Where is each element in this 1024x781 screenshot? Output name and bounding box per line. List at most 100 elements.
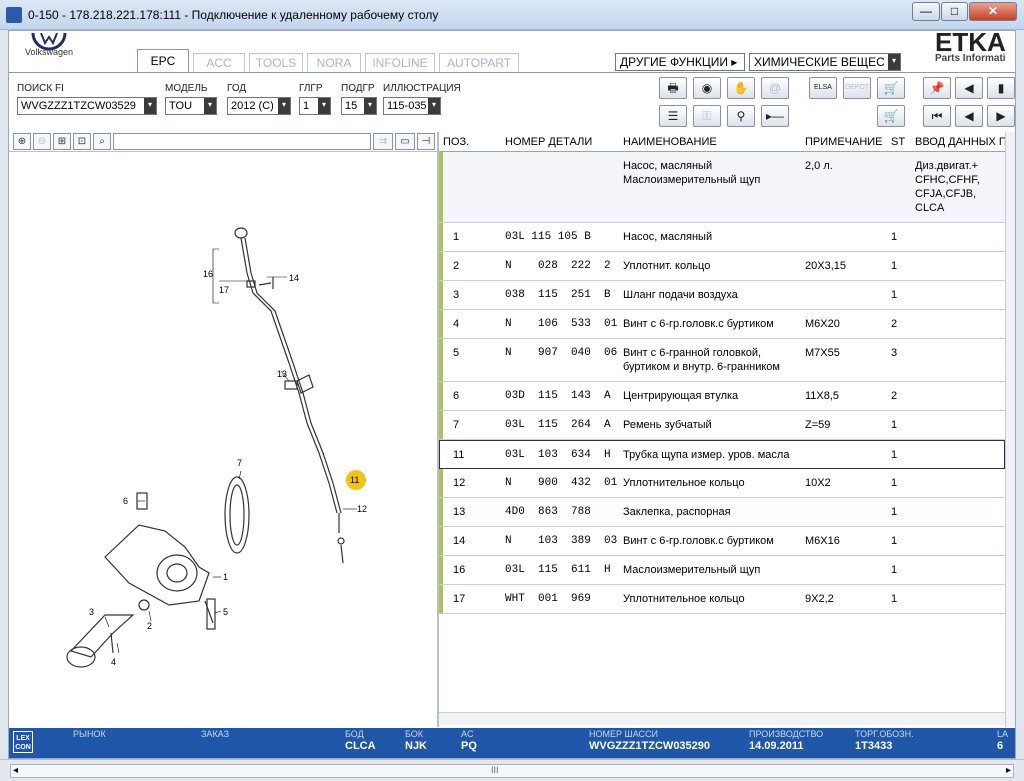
- row-marker: [439, 498, 443, 526]
- scroll-grip-icon[interactable]: III: [491, 765, 499, 775]
- filter-label-illustration: ИЛЛЮСТРАЦИЯ: [383, 83, 461, 94]
- table-row[interactable]: 3 038 115 251 B Шланг подачи воздуха 1: [439, 281, 1005, 310]
- pointer-button[interactable]: ▸—: [761, 105, 789, 127]
- main-group-select[interactable]: 1 ▾: [299, 97, 331, 115]
- handshake-button[interactable]: ✋: [727, 77, 755, 99]
- callout-3[interactable]: 3: [89, 607, 94, 617]
- row-note: 9X2,2: [805, 593, 834, 605]
- table-row[interactable]: 4 N 106 533 01 Винт с 6-гр.головк.с бурт…: [439, 310, 1005, 339]
- table-horizontal-scrollbar[interactable]: [439, 712, 1005, 725]
- table-vertical-scrollbar[interactable]: [1005, 132, 1015, 727]
- first-page-button[interactable]: ⏮: [923, 105, 951, 127]
- scroll-right-icon[interactable]: ▸: [1006, 765, 1011, 776]
- print-button[interactable]: 🖶: [659, 77, 687, 99]
- col-st[interactable]: ST: [891, 136, 905, 148]
- callout-11[interactable]: 11: [350, 475, 359, 485]
- oil-pump-illustration: 16 17 14 13 11 12 7 6 1 3 2 5 4: [66, 227, 367, 668]
- chevron-down-icon: ▾: [318, 98, 330, 114]
- other-functions-menu[interactable]: ДРУГИЕ ФУНКЦИИ ▸: [615, 53, 745, 71]
- cart-button[interactable]: 🛒: [877, 105, 905, 127]
- table-row-selected[interactable]: 11 03L 103 634 H Трубка щупа измер. уров…: [439, 440, 1005, 469]
- callout-16[interactable]: 16: [203, 269, 213, 279]
- table-row[interactable]: 1 03L 115 105 B Насос, масляный 1: [439, 223, 1005, 252]
- cart-add-button[interactable]: 🛒: [877, 77, 905, 99]
- tab-acc[interactable]: ACC: [193, 53, 245, 73]
- callout-4[interactable]: 4: [111, 657, 116, 667]
- col-part-number[interactable]: НОМЕР ДЕТАЛИ: [505, 136, 592, 148]
- next-page-button[interactable]: ▶: [987, 105, 1015, 127]
- bod-label: БОД: [345, 729, 364, 739]
- callout-13[interactable]: 13: [277, 369, 287, 379]
- illustration-select[interactable]: 115-035 ▾: [383, 97, 441, 115]
- vin-search-select[interactable]: WVGZZZ1TZCW03529 ▾: [17, 97, 157, 115]
- table-row[interactable]: 17 WHT 001 969 Уплотнительное кольцо 9X2…: [439, 585, 1005, 614]
- table-row[interactable]: 14 N 103 389 03 Винт с 6-гр.головк.с бур…: [439, 527, 1005, 556]
- col-note[interactable]: ПРИМЕЧАНИЕ: [805, 136, 883, 148]
- copy-icon[interactable]: ⇉: [373, 133, 393, 150]
- year-select[interactable]: 2012 (C) ▾: [227, 97, 291, 115]
- maximize-button[interactable]: □: [941, 2, 968, 21]
- subgroup-select[interactable]: 15 ▾: [341, 97, 377, 115]
- row-name: Шланг подачи воздуха: [623, 289, 738, 301]
- callout-1[interactable]: 1: [223, 572, 228, 582]
- table-row[interactable]: 13 4D0 863 788 Заклепка, распорная 1: [439, 498, 1005, 527]
- callout-7[interactable]: 7: [237, 458, 242, 468]
- scroll-left-icon[interactable]: ◂: [13, 765, 18, 776]
- chevron-down-icon: ▾: [364, 98, 376, 114]
- book-prev-button[interactable]: ◀: [955, 77, 983, 99]
- row-name: Маслоизмерительный щуп: [623, 564, 761, 576]
- disc-button[interactable]: ◉: [693, 77, 721, 99]
- split-icon[interactable]: ⊣: [417, 133, 435, 150]
- table-row[interactable]: 16 03L 115 611 H Маслоизмерительный щуп …: [439, 556, 1005, 585]
- table-row[interactable]: 2 N 028 222 2 Уплотнит. кольцо 20X3,15 1: [439, 252, 1005, 281]
- window-icon[interactable]: ▭: [395, 133, 415, 150]
- list-button[interactable]: ☰: [659, 105, 687, 127]
- prev-page-button[interactable]: ◀: [955, 105, 983, 127]
- callout-17[interactable]: 17: [219, 285, 229, 295]
- lexcon-logo: LEX CON: [13, 731, 33, 753]
- callout-6[interactable]: 6: [123, 496, 128, 506]
- depot-button[interactable]: DEPOT: [843, 77, 871, 99]
- row-marker: [439, 556, 443, 584]
- col-name[interactable]: НАИМЕНОВАНИЕ: [623, 136, 717, 148]
- bike-button[interactable]: ⚲: [727, 105, 755, 127]
- model-select[interactable]: TOU ▾: [165, 97, 217, 115]
- etka-logo-text: ETKA: [935, 31, 1006, 57]
- table-header-row[interactable]: Насос, масляный Маслоизмерительный щуп 2…: [439, 152, 1005, 223]
- mail-button[interactable]: @: [761, 77, 789, 99]
- tab-epc[interactable]: EPC: [137, 49, 189, 73]
- col-pos[interactable]: ПОЗ.: [443, 136, 469, 148]
- close-button[interactable]: ✕: [969, 2, 1017, 21]
- row-name: Трубка щупа измер. уров. масла: [623, 449, 790, 461]
- magnifier-icon[interactable]: ⌕: [93, 133, 111, 150]
- row-name: Уплотнит. кольцо: [623, 260, 711, 272]
- diagram-search-input[interactable]: [113, 133, 371, 150]
- key-button[interactable]: ⚿: [693, 105, 721, 127]
- col-input[interactable]: ВВОД ДАННЫХ П: [915, 136, 1005, 148]
- zoom-fit-icon[interactable]: ⊡: [73, 133, 91, 150]
- elsa-button[interactable]: ELSA: [809, 77, 837, 99]
- chemicals-select[interactable]: ХИМИЧЕСКИЕ ВЕЩЕС ▾: [749, 53, 901, 71]
- book-button[interactable]: ▮: [987, 77, 1015, 99]
- tab-infoline[interactable]: INFOLINE: [365, 53, 435, 73]
- minimize-button[interactable]: —: [912, 2, 940, 21]
- callout-14[interactable]: 14: [289, 273, 299, 283]
- tab-autopart[interactable]: AUTOPART: [439, 53, 519, 73]
- table-row[interactable]: 5 N 907 040 06 Винт с 6-гранной головкой…: [439, 339, 1005, 382]
- etka-logo: ETKA Parts Informati: [935, 31, 1015, 71]
- table-row[interactable]: 6 03D 115 143 A Центрирующая втулка 11X8…: [439, 382, 1005, 411]
- pin-button[interactable]: 📌: [923, 77, 951, 99]
- callout-12[interactable]: 12: [357, 504, 367, 514]
- tab-tools[interactable]: TOOLS: [249, 53, 303, 73]
- callout-5[interactable]: 5: [223, 607, 228, 617]
- zoom-out-icon[interactable]: ⊖: [33, 133, 51, 150]
- table-row[interactable]: 12 N 900 432 01 Уплотнительное кольцо 10…: [439, 469, 1005, 498]
- row-marker: [439, 310, 443, 338]
- table-row[interactable]: 7 03L 115 264 A Ремень зубчатый Z=59 1: [439, 411, 1005, 440]
- callout-2[interactable]: 2: [147, 621, 152, 631]
- zoom-in-icon[interactable]: ⊕: [13, 133, 31, 150]
- horizontal-scrollbar[interactable]: ◂ III ▸: [10, 764, 1014, 778]
- parts-diagram[interactable]: 16 17 14 13 11 12 7 6 1 3 2 5 4: [9, 153, 437, 727]
- tab-nora[interactable]: NORA: [307, 53, 361, 73]
- zoom-window-icon[interactable]: ⊞: [53, 133, 71, 150]
